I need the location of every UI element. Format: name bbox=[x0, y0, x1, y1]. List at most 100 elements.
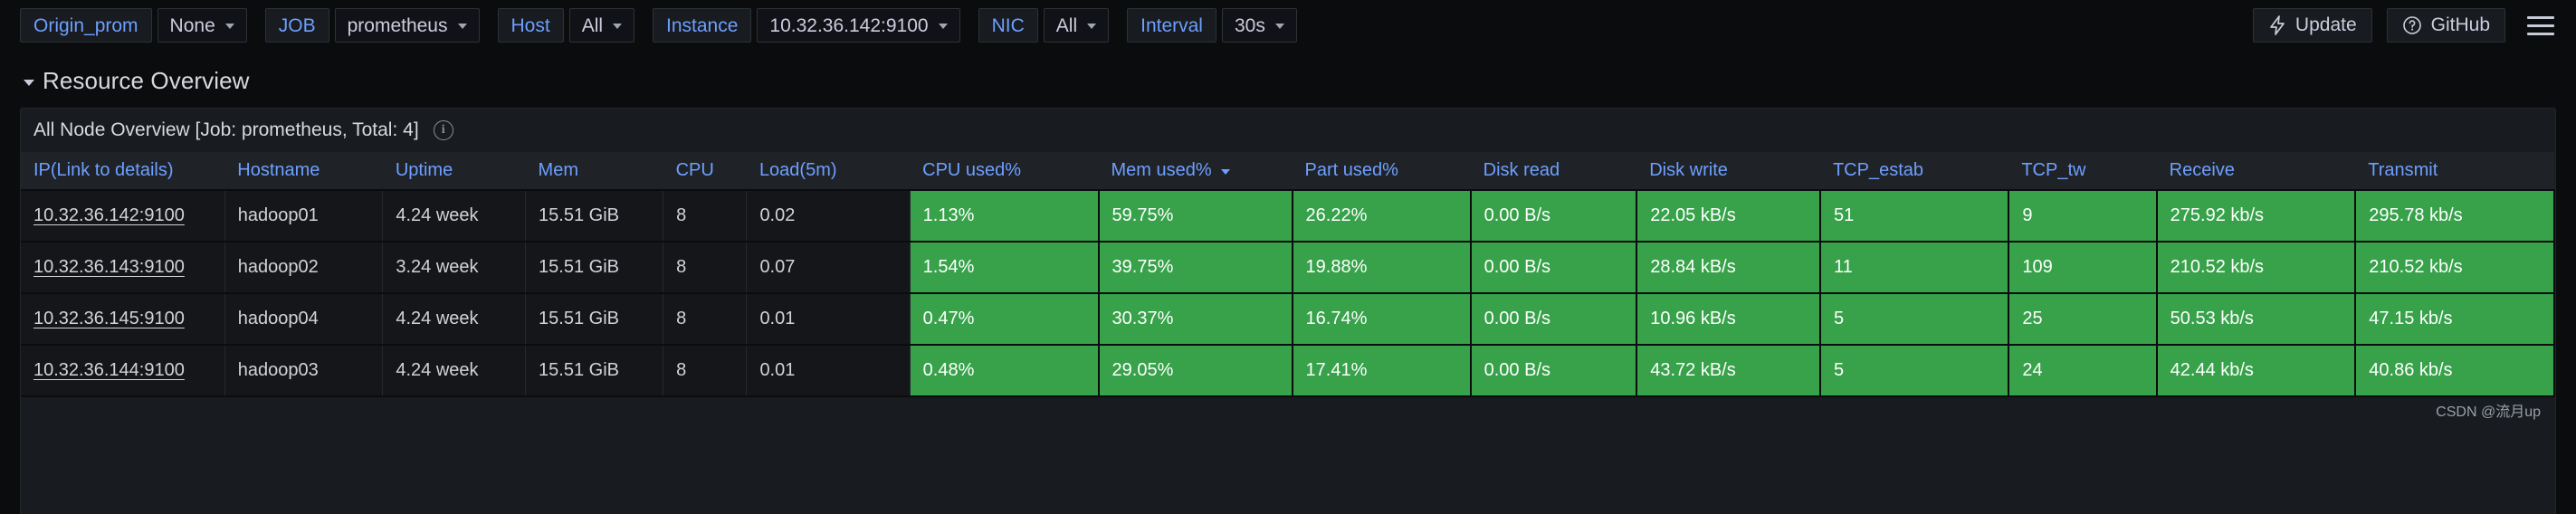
variable-select-origin_prom[interactable]: None bbox=[157, 8, 247, 43]
cell-mem_used: 30.37% bbox=[1098, 293, 1293, 346]
cell-tcp_tw: 109 bbox=[2008, 242, 2158, 294]
chevron-down-icon bbox=[1087, 24, 1097, 29]
cell-part_used: 19.88% bbox=[1292, 242, 1472, 294]
column-header-label-transmit: Transmit bbox=[2368, 160, 2438, 180]
column-header-hostname[interactable]: Hostname bbox=[224, 152, 383, 191]
column-header-tcp_tw[interactable]: TCP_tw bbox=[2008, 152, 2157, 191]
cell-receive: 50.53 kb/s bbox=[2156, 293, 2357, 346]
variable-select-host[interactable]: All bbox=[568, 8, 635, 43]
chevron-down-icon bbox=[613, 24, 623, 29]
cell-disk_write: 43.72 kB/s bbox=[1636, 345, 1821, 397]
cell-hostname: hadoop03 bbox=[224, 345, 384, 397]
cell-tcp_tw: 24 bbox=[2008, 345, 2158, 397]
variable-value-origin_prom: None bbox=[169, 14, 215, 36]
column-header-mem[interactable]: Mem bbox=[525, 152, 663, 191]
cell-load5m: 0.02 bbox=[746, 190, 911, 243]
column-header-uptime[interactable]: Uptime bbox=[382, 152, 526, 191]
github-button[interactable]: GitHub bbox=[2386, 8, 2505, 43]
cell-mem_used: 59.75% bbox=[1098, 190, 1293, 243]
column-header-label-hostname: Hostname bbox=[237, 160, 320, 180]
cell-tcp_tw: 25 bbox=[2008, 293, 2158, 346]
cell-part_used: 17.41% bbox=[1292, 345, 1472, 397]
node-detail-link[interactable]: 10.32.36.142:9100 bbox=[33, 205, 185, 225]
column-header-part_used[interactable]: Part used% bbox=[1292, 152, 1471, 191]
variable-label-interval: Interval bbox=[1127, 8, 1216, 43]
column-header-label-part_used: Part used% bbox=[1304, 160, 1398, 180]
table-row: 10.32.36.143:9100 hadoop02 3.24 week 15.51 … bbox=[21, 242, 2555, 294]
hamburger-menu-icon[interactable] bbox=[2525, 8, 2556, 43]
cell-disk_write: 22.05 kB/s bbox=[1636, 190, 1821, 243]
info-circle-icon[interactable]: i bbox=[433, 120, 453, 140]
variable-label-host: Host bbox=[497, 8, 564, 43]
table-body: 10.32.36.142:9100 hadoop01 4.24 week 15.51 … bbox=[21, 190, 2555, 397]
template-variables: Origin_prom None JOB prometheus Host All Insta… bbox=[20, 8, 1315, 43]
cell-ip[interactable]: 10.32.36.145:9100 bbox=[21, 293, 225, 346]
variable-select-nic[interactable]: All bbox=[1043, 8, 1110, 43]
column-header-label-uptime: Uptime bbox=[395, 160, 453, 180]
cell-mem_used: 39.75% bbox=[1098, 242, 1293, 294]
node-detail-link[interactable]: 10.32.36.145:9100 bbox=[33, 309, 185, 328]
variable-select-interval[interactable]: 30s bbox=[1221, 8, 1297, 43]
column-header-label-cpu_used: CPU used% bbox=[922, 160, 1022, 180]
dashboard-toolbar: Origin_prom None JOB prometheus Host All Insta… bbox=[0, 0, 2576, 51]
watermark: CSDN @流月up bbox=[2436, 405, 2541, 420]
column-header-mem_used[interactable]: Mem used% bbox=[1098, 152, 1293, 191]
column-header-label-tcp_tw: TCP_tw bbox=[2021, 160, 2086, 180]
table-row: 10.32.36.145:9100 hadoop04 4.24 week 15.51 … bbox=[21, 293, 2555, 346]
cell-transmit: 295.78 kb/s bbox=[2355, 190, 2555, 243]
variable-select-instance[interactable]: 10.32.36.142:9100 bbox=[757, 8, 960, 43]
node-detail-link[interactable]: 10.32.36.144:9100 bbox=[33, 360, 185, 380]
column-header-disk_write[interactable]: Disk write bbox=[1636, 152, 1820, 191]
variable-group-interval: Interval 30s bbox=[1127, 8, 1297, 43]
panel-all-node-overview: All Node Overview [Job: prometheus, Tota… bbox=[20, 108, 2556, 514]
cell-cpu_used: 1.13% bbox=[910, 190, 1100, 243]
cell-mem_used: 29.05% bbox=[1098, 345, 1293, 397]
cell-hostname: hadoop01 bbox=[224, 190, 384, 243]
column-header-label-mem_used: Mem used% bbox=[1111, 160, 1212, 180]
cell-uptime: 4.24 week bbox=[382, 190, 527, 243]
cell-disk_write: 28.84 kB/s bbox=[1636, 242, 1821, 294]
cell-disk_read: 0.00 B/s bbox=[1470, 242, 1638, 294]
question-circle-icon bbox=[2402, 15, 2422, 35]
cell-cpu: 8 bbox=[663, 345, 748, 397]
cell-ip[interactable]: 10.32.36.142:9100 bbox=[21, 190, 225, 243]
cell-cpu_used: 0.48% bbox=[910, 345, 1100, 397]
column-header-ip[interactable]: IP(Link to details) bbox=[21, 152, 225, 191]
variable-label-nic: NIC bbox=[978, 8, 1038, 43]
column-header-disk_read[interactable]: Disk read bbox=[1470, 152, 1637, 191]
node-detail-link[interactable]: 10.32.36.143:9100 bbox=[33, 257, 185, 277]
variable-group-nic: NIC All bbox=[978, 8, 1110, 43]
cell-disk_read: 0.00 B/s bbox=[1470, 190, 1638, 243]
chevron-down-icon bbox=[224, 24, 234, 29]
column-header-cpu[interactable]: CPU bbox=[663, 152, 747, 191]
cell-ip[interactable]: 10.32.36.143:9100 bbox=[21, 242, 225, 294]
cell-transmit: 210.52 kb/s bbox=[2355, 242, 2555, 294]
column-header-receive[interactable]: Receive bbox=[2156, 152, 2356, 191]
column-header-label-receive: Receive bbox=[2169, 160, 2235, 180]
variable-value-nic: All bbox=[1055, 14, 1078, 36]
cell-tcp_estab: 5 bbox=[1819, 293, 2010, 346]
cell-tcp_tw: 9 bbox=[2008, 190, 2158, 243]
cell-hostname: hadoop04 bbox=[224, 293, 384, 346]
column-header-load5m[interactable]: Load(5m) bbox=[746, 152, 911, 191]
cell-ip[interactable]: 10.32.36.144:9100 bbox=[21, 345, 225, 397]
variable-value-instance: 10.32.36.142:9100 bbox=[769, 14, 929, 36]
sort-descending-icon bbox=[1220, 168, 1230, 175]
column-header-transmit[interactable]: Transmit bbox=[2355, 152, 2554, 191]
cell-transmit: 40.86 kb/s bbox=[2355, 345, 2555, 397]
panel-footer: CSDN @流月up bbox=[21, 397, 2555, 421]
column-header-label-ip: IP(Link to details) bbox=[33, 160, 174, 180]
cell-uptime: 4.24 week bbox=[382, 293, 527, 346]
column-header-tcp_estab[interactable]: TCP_estab bbox=[1819, 152, 2009, 191]
cell-mem: 15.51 GiB bbox=[525, 242, 664, 294]
chevron-down-icon bbox=[457, 24, 467, 29]
row-header-resource-overview[interactable]: Resource Overview bbox=[0, 51, 2576, 104]
table-header: IP(Link to details) Hostname Uptime Mem CPU L… bbox=[21, 152, 2554, 191]
variable-value-job: prometheus bbox=[347, 14, 448, 36]
update-button[interactable]: Update bbox=[2252, 8, 2372, 43]
variable-group-host: Host All bbox=[497, 8, 635, 43]
cell-disk_read: 0.00 B/s bbox=[1470, 345, 1638, 397]
variable-group-job: JOB prometheus bbox=[264, 8, 480, 43]
column-header-cpu_used[interactable]: CPU used% bbox=[910, 152, 1099, 191]
variable-select-job[interactable]: prometheus bbox=[334, 8, 480, 43]
